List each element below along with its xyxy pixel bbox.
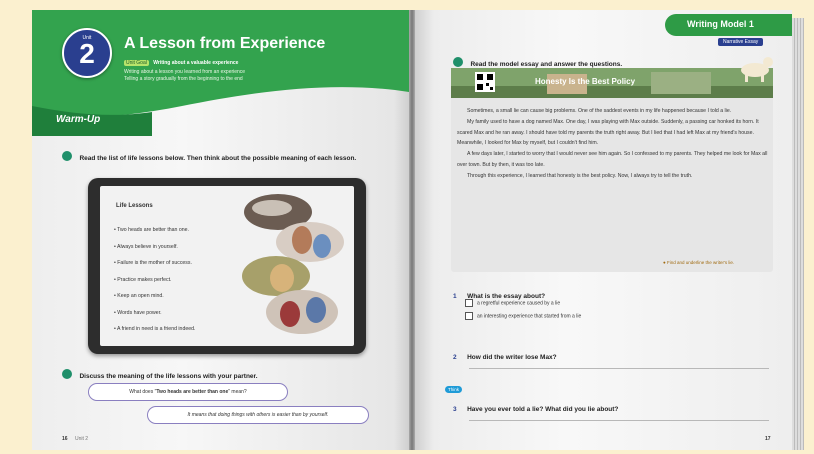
writing-model-title: Writing Model 1 xyxy=(687,19,754,29)
checkbox-icon[interactable] xyxy=(465,299,473,307)
instruction-b-text: Discuss the meaning of the life lessons … xyxy=(79,373,258,380)
question-3: 3 Have you ever told a lie? What did you… xyxy=(453,398,618,416)
warmup-label: Warm-Up xyxy=(56,114,101,125)
right-page: Writing Model 1 Narrative Essay Read the… xyxy=(415,10,792,450)
tablet-icon: Life Lessons • Two heads are better than… xyxy=(88,178,366,354)
lesson-item: • A friend in need is a friend indeed. xyxy=(114,326,196,332)
q3-answer-line[interactable] xyxy=(469,420,769,421)
q3-number: 3 xyxy=(453,406,457,413)
lesson-item: • Keep an open mind. xyxy=(114,293,164,299)
hint: ● Find and underline the writer's lie. xyxy=(663,260,734,265)
unit-goal-line-1: Writing about a lesson you learned from … xyxy=(124,69,246,75)
speech-bubble-question: What does "Two heads are better than one… xyxy=(88,383,288,401)
essay-paragraph-2: My family used to have a dog named Max. … xyxy=(457,118,759,147)
instruction-b: Discuss the meaning of the life lessons … xyxy=(62,365,382,383)
lesson-item: • Two heads are better than one. xyxy=(114,227,189,233)
q2-number: 2 xyxy=(453,354,457,361)
unit-title: A Lesson from Experience xyxy=(124,35,326,52)
essay-paragraph-3: A few days later, I started to worry tha… xyxy=(457,151,768,168)
activity-b-icon xyxy=(62,368,72,379)
narrative-essay-tag: Narrative Essay xyxy=(718,38,764,46)
unit-number-badge: Unit 2 xyxy=(62,28,112,78)
unit-goal-tag: Unit Goal xyxy=(124,60,149,66)
lesson-item: • Failure is the mother of success. xyxy=(114,260,192,266)
speech-bubble-answer: It means that doing things with others i… xyxy=(147,406,369,424)
question-2: 2 How did the writer lose Max? xyxy=(453,346,557,364)
life-lessons-title: Life Lessons xyxy=(116,203,153,209)
lesson-photo-clouds xyxy=(242,194,344,334)
unit-goal: Unit Goal Writing about a valuable exper… xyxy=(124,60,238,66)
dog-illustration-icon xyxy=(741,57,773,82)
q3-text: Have you ever told a lie? What did you l… xyxy=(467,406,619,413)
activity-a-icon xyxy=(453,56,463,67)
hint-magnifier-icon: ● xyxy=(663,260,666,265)
qr-code-icon xyxy=(475,72,495,92)
open-textbook: Unit 2 A Lesson from Experience Unit Goa… xyxy=(32,10,804,450)
instruction-a: Read the list of life lessons below. The… xyxy=(62,147,382,165)
right-page-number: 17 xyxy=(765,436,771,442)
checkbox-icon[interactable] xyxy=(465,312,473,320)
q1-option-2[interactable]: an interesting experience that started f… xyxy=(465,312,581,320)
essay-body: Sometimes, a small lie can cause big pro… xyxy=(457,106,769,182)
unit-goal-line-2: Telling a story gradually from the begin… xyxy=(124,76,243,82)
unit-number: 2 xyxy=(79,38,95,69)
hint-text: Find and underline the writer's lie. xyxy=(666,260,735,265)
think-tag: Think xyxy=(445,386,463,393)
unit-goal-heading: Writing about a valuable experience xyxy=(153,60,239,66)
left-page-number: 16 xyxy=(62,436,68,442)
writing-model-tab: Writing Model 1 xyxy=(665,14,792,36)
q1-option-1[interactable]: a regretful experience caused by a lie xyxy=(465,299,560,307)
right-instruction-text: Read the model essay and answer the ques… xyxy=(470,61,623,68)
tablet-screen: Life Lessons • Two heads are better than… xyxy=(100,186,354,346)
left-footer: 16 Unit 2 xyxy=(62,436,88,442)
q2-text: How did the writer lose Max? xyxy=(467,354,557,361)
lesson-item: • Always believe in yourself. xyxy=(114,243,178,250)
q2-answer-line[interactable] xyxy=(469,368,769,369)
lesson-item: • Words have power. xyxy=(114,309,162,316)
page-edges xyxy=(792,18,804,450)
instruction-a-text: Read the list of life lessons below. The… xyxy=(79,155,357,162)
life-lessons-list: • Two heads are better than one. • Alway… xyxy=(114,222,195,338)
essay-paragraph-4: Through this experience, I learned that … xyxy=(467,172,693,179)
essay-title: Honesty Is the Best Policy xyxy=(535,77,636,86)
lesson-item: • Practice makes perfect. xyxy=(114,276,172,283)
essay-paragraph-1: Sometimes, a small lie can cause big pro… xyxy=(467,108,732,114)
q1-number: 1 xyxy=(453,293,457,300)
q1-option-2-label: an interesting experience that started f… xyxy=(477,313,582,320)
activity-a-icon xyxy=(62,150,72,161)
q1-option-1-label: a regretful experience caused by a lie xyxy=(477,300,561,307)
footer-unit: Unit 2 xyxy=(74,436,89,442)
essay-box: Honesty Is the Best Policy Sometimes, a … xyxy=(451,68,773,272)
left-page: Unit 2 A Lesson from Experience Unit Goa… xyxy=(32,10,409,450)
